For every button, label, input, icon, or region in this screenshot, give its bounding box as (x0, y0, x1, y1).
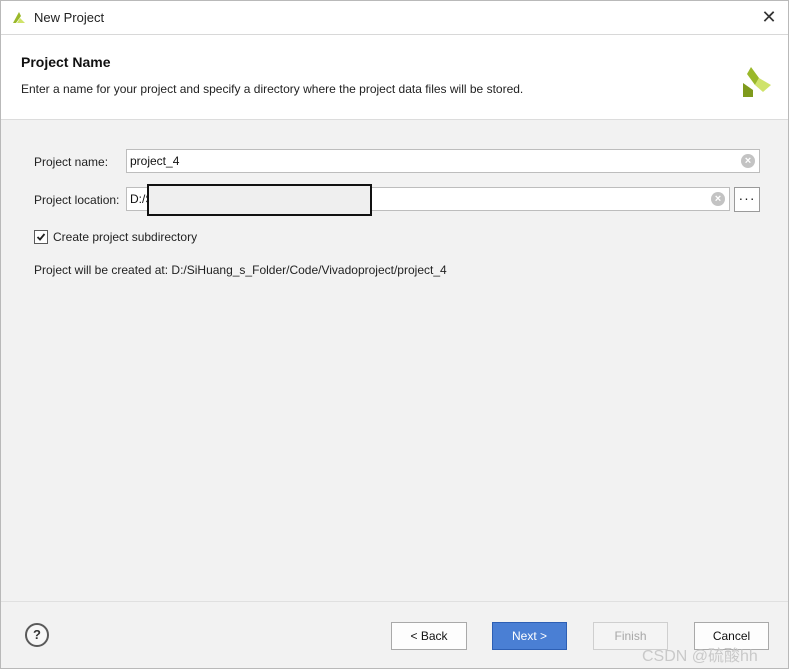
project-name-field[interactable]: × (126, 149, 760, 173)
watermark: CSDN @硫酸hh (642, 648, 758, 665)
create-subdirectory-checkbox[interactable] (34, 230, 48, 244)
page-description: Enter a name for your project and specif… (21, 82, 524, 96)
create-subdirectory-label[interactable]: Create project subdirectory (53, 230, 197, 244)
project-name-label: Project name: (34, 155, 109, 169)
redaction-box (147, 184, 372, 216)
new-project-dialog: New Project ✕ Project Name Enter a name … (0, 0, 789, 669)
clear-name-icon[interactable]: × (741, 154, 755, 168)
page-title: Project Name (21, 54, 111, 70)
clear-location-icon[interactable]: × (711, 192, 725, 206)
project-name-input[interactable] (127, 150, 759, 172)
next-button[interactable]: Next > (492, 622, 567, 650)
vivado-app-icon (13, 12, 25, 23)
title-bar: New Project ✕ (1, 1, 788, 35)
footer-divider (1, 601, 788, 602)
close-button[interactable]: ✕ (758, 6, 780, 28)
vivado-logo-icon (743, 67, 771, 97)
back-button[interactable]: < Back (391, 622, 467, 650)
created-at-text: Project will be created at: D:/SiHuang_s… (34, 263, 447, 277)
help-button[interactable]: ? (25, 623, 49, 647)
checkmark-icon (36, 233, 46, 241)
wizard-header: Project Name Enter a name for your proje… (1, 35, 788, 120)
project-location-label: Project location: (34, 193, 120, 207)
window-title: New Project (34, 10, 105, 25)
browse-button[interactable]: ··· (734, 187, 760, 212)
